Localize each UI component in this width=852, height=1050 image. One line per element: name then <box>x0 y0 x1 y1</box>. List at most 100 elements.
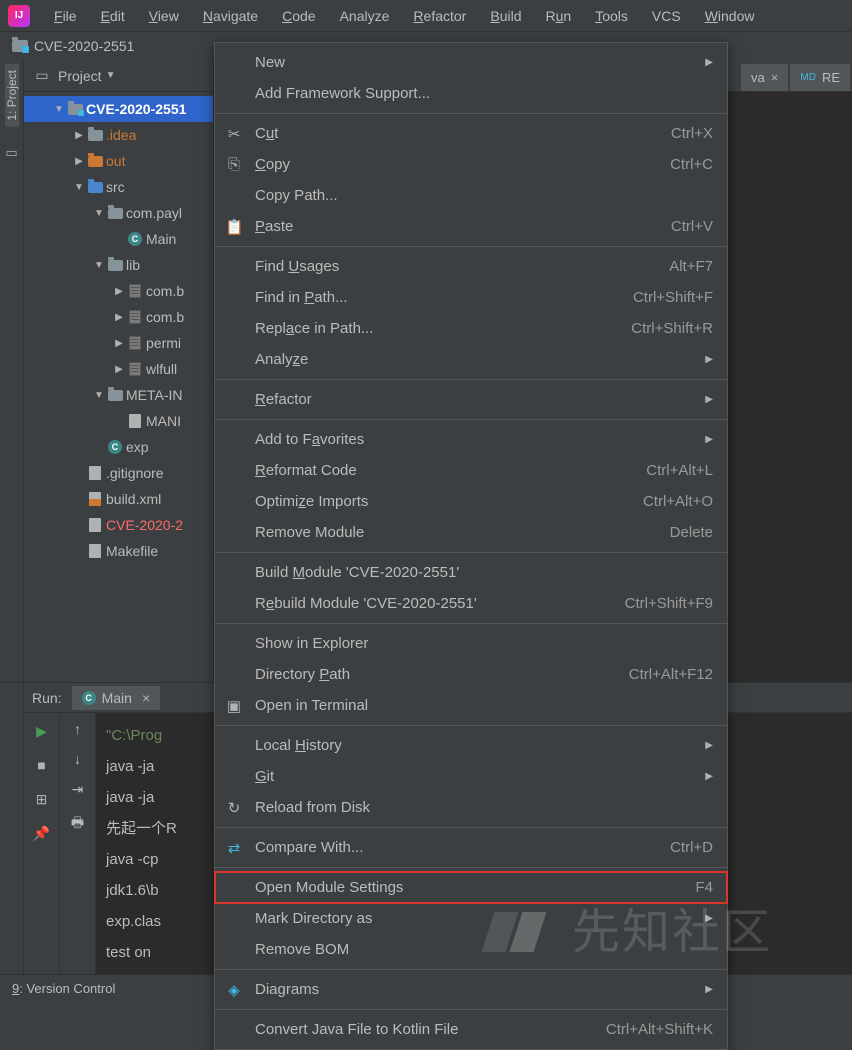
menu-local-history[interactable]: Local History▶ <box>215 730 727 761</box>
class-icon: C <box>82 691 96 705</box>
tree-src[interactable]: ▼src <box>24 174 213 200</box>
menu-git[interactable]: Git▶ <box>215 761 727 792</box>
file-icon <box>89 544 101 558</box>
tree-iml[interactable]: CVE-2020-2 <box>24 512 213 538</box>
editor-tab-java[interactable]: va× <box>741 64 788 91</box>
terminal-icon: ▣ <box>225 697 243 715</box>
toolwindow-project[interactable]: 1: Project <box>5 64 19 127</box>
menu-optimize[interactable]: Optimize ImportsCtrl+Alt+O <box>215 486 727 517</box>
print-button[interactable]: 🖶 <box>71 812 84 836</box>
menu-copy[interactable]: ⎘CopyCtrl+C <box>215 149 727 180</box>
down-button[interactable]: ↓ <box>74 751 81 767</box>
menu-paste[interactable]: 📋PasteCtrl+V <box>215 211 727 242</box>
folder-icon[interactable]: ▭ <box>5 145 17 161</box>
tree-buildxml[interactable]: build.xml <box>24 486 213 512</box>
menu-remove-bom[interactable]: Remove BOM <box>215 934 727 965</box>
layout-button[interactable]: ⊞ <box>32 789 52 809</box>
submenu-arrow-icon: ▶ <box>705 354 713 365</box>
menu-run[interactable]: Run <box>533 4 583 28</box>
tree-jar3[interactable]: ▶permi <box>24 330 213 356</box>
stop-button[interactable]: ■ <box>32 755 52 775</box>
menu-diagrams[interactable]: ◈Diagrams▶ <box>215 974 727 1005</box>
separator <box>215 1009 727 1010</box>
tree-metainf[interactable]: ▼META-IN <box>24 382 213 408</box>
menu-refactor[interactable]: Refactor <box>401 4 478 28</box>
toolwindow-vcs[interactable]: 9: Version Control <box>12 981 115 996</box>
expand-icon[interactable]: ▭ <box>32 66 52 86</box>
menu-refactor[interactable]: Refactor▶ <box>215 384 727 415</box>
tree-makefile[interactable]: Makefile <box>24 538 213 564</box>
tree-out[interactable]: ▶out <box>24 148 213 174</box>
breadcrumb-project[interactable]: CVE-2020-2551 <box>34 38 134 54</box>
context-menu: New▶ Add Framework Support... ✂CutCtrl+X… <box>214 42 728 1050</box>
menu-copy-path[interactable]: Copy Path... <box>215 180 727 211</box>
menu-analyze[interactable]: Analyze <box>328 4 402 28</box>
menu-file[interactable]: File <box>42 4 89 28</box>
submenu-arrow-icon: ▶ <box>705 984 713 995</box>
editor-tab-readme[interactable]: MDRE <box>790 64 850 91</box>
tree-jar2[interactable]: ▶com.b <box>24 304 213 330</box>
run-button[interactable]: ▶ <box>32 721 52 741</box>
menu-tools[interactable]: Tools <box>583 4 640 28</box>
file-icon <box>129 414 141 428</box>
menu-reformat[interactable]: Reformat CodeCtrl+Alt+L <box>215 455 727 486</box>
menu-window[interactable]: Window <box>693 4 767 28</box>
menu-compare[interactable]: ⇄Compare With...Ctrl+D <box>215 832 727 863</box>
separator <box>215 867 727 868</box>
menu-build-module[interactable]: Build Module 'CVE-2020-2551' <box>215 557 727 588</box>
jar-icon <box>129 284 141 298</box>
run-tab[interactable]: CMain× <box>72 686 161 710</box>
project-view-selector[interactable]: Project ▼ <box>58 68 115 84</box>
tree-package[interactable]: ▼com.payl <box>24 200 213 226</box>
copy-icon: ⎘ <box>225 156 243 173</box>
tree-idea[interactable]: ▶.idea <box>24 122 213 148</box>
menu-code[interactable]: Code <box>270 4 327 28</box>
class-icon: C <box>128 232 142 246</box>
tree-jar4[interactable]: ▶wlfull <box>24 356 213 382</box>
jar-icon <box>129 336 141 350</box>
app-logo-icon: IJ <box>8 5 30 27</box>
menu-convert-kotlin[interactable]: Convert Java File to Kotlin FileCtrl+Alt… <box>215 1014 727 1045</box>
separator <box>215 246 727 247</box>
menu-build[interactable]: Build <box>478 4 533 28</box>
up-button[interactable]: ↑ <box>74 721 81 737</box>
menu-replace-in-path[interactable]: Replace in Path...Ctrl+Shift+R <box>215 313 727 344</box>
tree-lib[interactable]: ▼lib <box>24 252 213 278</box>
menu-navigate[interactable]: Navigate <box>191 4 270 28</box>
menu-find-usages[interactable]: Find UsagesAlt+F7 <box>215 251 727 282</box>
paste-icon: 📋 <box>225 218 243 236</box>
menu-directory-path[interactable]: Directory PathCtrl+Alt+F12 <box>215 659 727 690</box>
tree-jar1[interactable]: ▶com.b <box>24 278 213 304</box>
menu-add-framework[interactable]: Add Framework Support... <box>215 78 727 109</box>
menu-analyze[interactable]: Analyze▶ <box>215 344 727 375</box>
menu-open-module-settings[interactable]: Open Module SettingsF4 <box>215 872 727 903</box>
separator <box>215 725 727 726</box>
tree-main[interactable]: CMain <box>24 226 213 252</box>
tree-gitignore[interactable]: .gitignore <box>24 460 213 486</box>
submenu-arrow-icon: ▶ <box>705 434 713 445</box>
menu-rebuild-module[interactable]: Rebuild Module 'CVE-2020-2551'Ctrl+Shift… <box>215 588 727 619</box>
pin-button[interactable]: 📌 <box>32 823 52 843</box>
close-icon[interactable]: × <box>142 690 150 706</box>
separator <box>215 623 727 624</box>
menu-vcs[interactable]: VCS <box>640 4 693 28</box>
menu-cut[interactable]: ✂CutCtrl+X <box>215 118 727 149</box>
close-icon[interactable]: × <box>771 70 779 85</box>
tree-root[interactable]: ▼CVE-2020-2551 <box>24 96 213 122</box>
menu-edit[interactable]: Edit <box>89 4 137 28</box>
wrap-button[interactable]: ⇥ <box>72 781 84 798</box>
separator <box>215 552 727 553</box>
run-left-strip <box>0 683 24 974</box>
tree-exp[interactable]: Cexp <box>24 434 213 460</box>
menu-view[interactable]: View <box>137 4 191 28</box>
menu-open-terminal[interactable]: ▣Open in Terminal <box>215 690 727 721</box>
menu-new[interactable]: New▶ <box>215 47 727 78</box>
tree-manifest[interactable]: MANI <box>24 408 213 434</box>
menu-remove-module[interactable]: Remove ModuleDelete <box>215 517 727 548</box>
menu-find-in-path[interactable]: Find in Path...Ctrl+Shift+F <box>215 282 727 313</box>
menu-reload-disk[interactable]: ↻Reload from Disk <box>215 792 727 823</box>
menu-add-favorites[interactable]: Add to Favorites▶ <box>215 424 727 455</box>
menu-show-explorer[interactable]: Show in Explorer <box>215 628 727 659</box>
menu-mark-directory[interactable]: Mark Directory as▶ <box>215 903 727 934</box>
separator <box>215 969 727 970</box>
